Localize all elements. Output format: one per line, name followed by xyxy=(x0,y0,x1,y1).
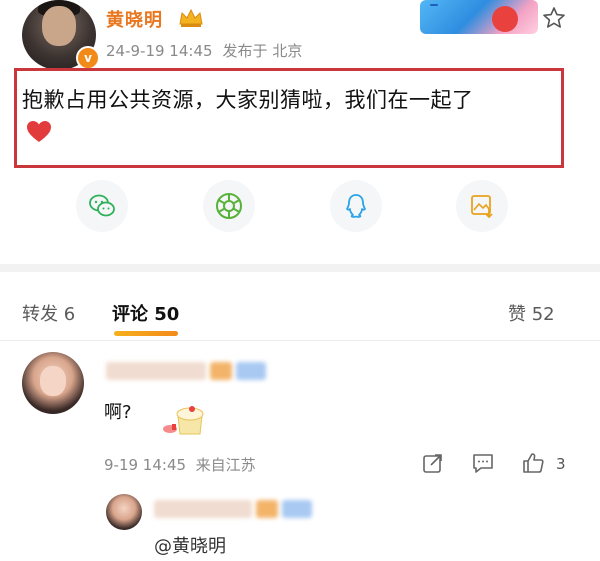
tab-likes[interactable]: 赞 52 xyxy=(508,300,555,326)
tabs-divider xyxy=(0,340,600,341)
reply-badge-blurred xyxy=(256,500,278,518)
post-location: 发布于 北京 xyxy=(222,42,303,60)
save-image-icon xyxy=(471,195,493,219)
tab-comments[interactable]: 评论 50 xyxy=(112,300,179,326)
comment-meta: 9-19 14:45 来自江苏 xyxy=(104,454,256,475)
heart-emoji-icon xyxy=(27,121,51,142)
reply-avatar[interactable] xyxy=(106,494,142,530)
commenter-name-blurred[interactable] xyxy=(106,362,206,380)
comment-text: 啊? xyxy=(104,402,132,423)
commenter-badge-blurred-2 xyxy=(236,362,266,380)
reply-icon[interactable] xyxy=(472,452,494,474)
moments-icon xyxy=(216,193,242,219)
share-wechat-button[interactable] xyxy=(76,180,128,232)
post-meta: 24-9-19 14:45 发布于 北京 xyxy=(106,40,312,61)
save-image-button[interactable] xyxy=(456,180,508,232)
section-divider xyxy=(0,264,600,272)
crown-icon xyxy=(179,8,203,27)
poster-username[interactable]: 黄晓明 xyxy=(106,6,163,32)
post-text: 抱歉占用公共资源，大家别猜啦，我们在一起了 xyxy=(22,88,474,112)
active-tab-indicator xyxy=(114,331,178,336)
share-moments-button[interactable] xyxy=(203,180,255,232)
reply-badge-blurred-2 xyxy=(282,500,312,518)
reply-mention[interactable]: @黄晓明 xyxy=(154,532,226,558)
comment-location: 来自江苏 xyxy=(195,456,256,474)
favorite-star-icon[interactable] xyxy=(542,6,566,30)
wechat-icon xyxy=(89,194,115,217)
post-highlight-box xyxy=(14,68,564,168)
promo-banner[interactable] xyxy=(420,0,538,34)
comment-time: 9-19 14:45 xyxy=(104,456,187,474)
share-icon[interactable] xyxy=(422,452,444,474)
tab-repost[interactable]: 转发 6 xyxy=(22,300,75,326)
qq-icon xyxy=(346,194,366,218)
verified-icon: v xyxy=(76,46,100,70)
commenter-avatar[interactable] xyxy=(22,352,84,414)
commenter-badge-blurred xyxy=(210,362,232,380)
share-qq-button[interactable] xyxy=(330,180,382,232)
like-icon[interactable] xyxy=(522,452,544,474)
post-date: 24-9-19 14:45 xyxy=(106,42,213,60)
comment-like-count: 3 xyxy=(556,455,566,473)
reply-name-blurred[interactable] xyxy=(154,500,252,518)
cake-sticker-icon xyxy=(163,406,204,435)
